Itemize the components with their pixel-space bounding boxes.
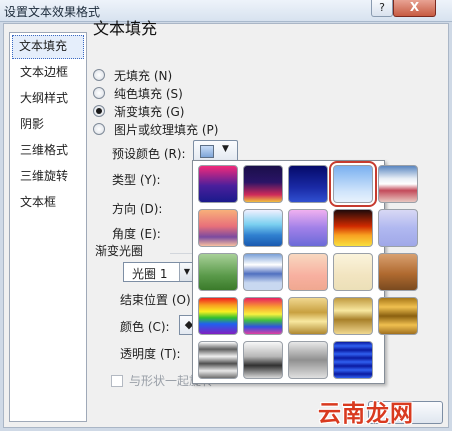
end-position-label: 结束位置 (O): bbox=[120, 293, 195, 307]
sidebar-item-text-box[interactable]: 文本框 bbox=[12, 191, 84, 215]
angle-label: 角度 (E): bbox=[112, 227, 161, 241]
category-list: 文本填充 文本边框 大纲样式 阴影 三维格式 三维旋转 文本框 bbox=[9, 32, 87, 422]
transparency-label: 透明度 (T): bbox=[120, 347, 181, 361]
preset-swatch[interactable] bbox=[198, 165, 238, 203]
radio-button[interactable] bbox=[93, 87, 105, 99]
preset-swatch[interactable] bbox=[333, 341, 373, 379]
preset-swatch[interactable] bbox=[288, 297, 328, 335]
preset-swatch[interactable] bbox=[243, 165, 283, 203]
window-title: 设置文本效果格式 bbox=[4, 5, 101, 19]
close-window-button[interactable]: X bbox=[393, 0, 436, 17]
type-label: 类型 (Y): bbox=[112, 173, 161, 187]
direction-label: 方向 (D): bbox=[112, 202, 163, 216]
pane-title: 文本填充 bbox=[93, 19, 158, 38]
preset-swatch[interactable] bbox=[288, 253, 328, 291]
gradient-stop-select[interactable]: 光圈 1 ▼ bbox=[123, 262, 195, 282]
preset-swatch[interactable] bbox=[288, 341, 328, 379]
preset-colors-dropdown[interactable]: ▼ bbox=[193, 140, 238, 162]
preset-gradient-gallery bbox=[192, 160, 418, 384]
sidebar-item-3d-rotation[interactable]: 三维旋转 bbox=[12, 165, 84, 189]
chevron-down-icon: ▼ bbox=[222, 144, 229, 154]
radio-button-checked[interactable] bbox=[93, 105, 105, 117]
gradient-swatch-icon bbox=[200, 145, 214, 158]
radio-button[interactable] bbox=[93, 123, 105, 135]
radio-picture-fill[interactable]: 图片或纹理填充 (P) bbox=[93, 120, 218, 138]
radio-label: 无填充 (N) bbox=[114, 68, 173, 83]
preset-swatch[interactable] bbox=[378, 209, 418, 247]
sidebar-item-outline-style[interactable]: 大纲样式 bbox=[12, 87, 84, 111]
preset-swatch[interactable] bbox=[243, 341, 283, 379]
preset-swatch[interactable] bbox=[198, 297, 238, 335]
preset-swatch[interactable] bbox=[288, 165, 328, 203]
preset-swatch[interactable] bbox=[329, 161, 377, 207]
radio-button[interactable] bbox=[93, 69, 105, 81]
preset-swatch[interactable] bbox=[288, 209, 328, 247]
preset-swatch[interactable] bbox=[378, 253, 418, 291]
title-bar: 设置文本效果格式 ? X bbox=[0, 0, 452, 22]
preset-swatch[interactable] bbox=[198, 253, 238, 291]
gradient-stop-value: 光圈 1 bbox=[132, 267, 168, 281]
checkbox[interactable] bbox=[111, 374, 123, 387]
radio-label: 渐变填充 (G) bbox=[114, 104, 185, 119]
preset-swatch[interactable] bbox=[243, 253, 283, 291]
sidebar-item-text-fill[interactable]: 文本填充 bbox=[12, 35, 84, 59]
preset-colors-label: 预设颜色 (R): bbox=[112, 147, 186, 161]
radio-no-fill[interactable]: 无填充 (N) bbox=[93, 66, 172, 84]
preset-swatch[interactable] bbox=[243, 297, 283, 335]
sidebar-item-shadow[interactable]: 阴影 bbox=[12, 113, 84, 137]
preset-swatch[interactable] bbox=[333, 253, 373, 291]
radio-label: 图片或纹理填充 (P) bbox=[114, 122, 219, 137]
sidebar-item-text-outline[interactable]: 文本边框 bbox=[12, 61, 84, 85]
radio-solid-fill[interactable]: 纯色填充 (S) bbox=[93, 84, 183, 102]
gradient-stops-group-label: 渐变光圈 bbox=[95, 244, 144, 258]
preset-swatch[interactable] bbox=[333, 297, 373, 335]
color-label: 颜色 (C): bbox=[120, 320, 170, 334]
preset-swatch[interactable] bbox=[378, 297, 418, 335]
preset-swatch[interactable] bbox=[333, 209, 373, 247]
preset-swatch[interactable] bbox=[198, 341, 238, 379]
preset-swatch[interactable] bbox=[198, 209, 238, 247]
preset-swatch[interactable] bbox=[243, 209, 283, 247]
preset-swatch[interactable] bbox=[378, 165, 418, 203]
radio-label: 纯色填充 (S) bbox=[114, 86, 183, 101]
watermark-logo: 云南龙网 bbox=[318, 401, 414, 427]
radio-gradient-fill[interactable]: 渐变填充 (G) bbox=[93, 102, 184, 120]
sidebar-item-3d-format[interactable]: 三维格式 bbox=[12, 139, 84, 163]
help-button[interactable]: ? bbox=[371, 0, 393, 17]
